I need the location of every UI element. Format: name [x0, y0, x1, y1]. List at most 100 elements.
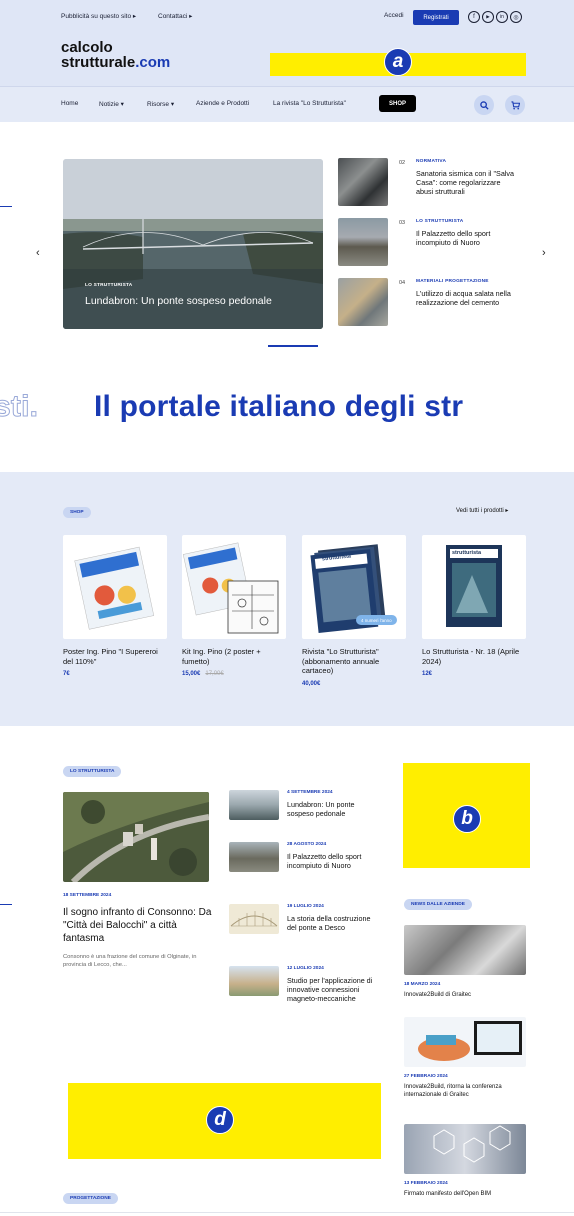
article-title[interactable]: La storia della costruzione del ponte a … [287, 914, 379, 932]
see-all-products-link[interactable]: Vedi tutti i prodotti ▸ [456, 507, 508, 514]
article-date: 28 AGOSTO 2024 [287, 842, 327, 847]
nav-home[interactable]: Home [61, 100, 78, 107]
bim-hex-image [433, 1125, 511, 1163]
youtube-icon[interactable]: ▶ [482, 11, 494, 23]
hero-slide[interactable]: LO STRUTTURISTA Lundabron: Un ponte sosp… [63, 159, 323, 329]
logo-line1: calcolo [61, 39, 113, 56]
news-item[interactable]: 27 FEBBRAIO 2024 Innovate2Build, ritorna… [404, 1017, 526, 1099]
news-thumb [404, 925, 526, 975]
side-tag[interactable]: LO STRUTTURISTA [416, 219, 463, 224]
main-article-image[interactable] [63, 792, 209, 882]
nav-risorse[interactable]: Risorse ▾ [147, 100, 174, 108]
instagram-icon[interactable]: ◎ [510, 11, 522, 23]
side-title[interactable]: L'utilizzo di acqua salata nella realizz… [416, 289, 516, 307]
product-price: 12€ [422, 671, 526, 677]
annotation-marker-d: d [206, 1106, 234, 1134]
news-thumb [404, 1124, 526, 1174]
logo-line2: strutturale [61, 54, 136, 71]
nav-rivista[interactable]: La rivista "Lo Strutturista" [273, 100, 346, 107]
main-nav: Home Notizie ▾ Risorse ▾ Aziende e Prodo… [0, 86, 574, 122]
carousel-indicator[interactable] [268, 345, 318, 347]
hero-side-item[interactable]: 03 LO STRUTTURISTA Il Palazzetto dello s… [338, 218, 538, 272]
product-title[interactable]: Poster Ing. Pino "I Supereroi del 110%" [63, 647, 167, 666]
product-title[interactable]: Rivista "Lo Strutturista" (abbonamento a… [302, 647, 406, 676]
annotation-box-b: b [403, 763, 530, 868]
bridge-drawing [230, 911, 278, 927]
news-date: 27 FEBBRAIO 2024 [404, 1074, 448, 1079]
article-thumb [229, 966, 279, 996]
side-thumb [338, 218, 388, 266]
product-image: strutturista [422, 535, 526, 639]
contacts-link[interactable]: Contattaci ▸ [158, 12, 192, 20]
hero-tag[interactable]: LO STRUTTURISTA [85, 283, 132, 288]
main-article-title[interactable]: Il sogno infranto di Consonno: Da "Città… [63, 906, 213, 945]
article-title[interactable]: Il Palazzetto dello sport incompiuto di … [287, 852, 379, 870]
cart-button[interactable] [505, 95, 525, 115]
annotation-marker-b: b [453, 805, 481, 833]
side-thumb [338, 158, 388, 206]
linkedin-icon[interactable]: in [496, 11, 508, 23]
hero-title[interactable]: Lundabron: Un ponte sospeso pedonale [85, 295, 272, 307]
shop-button[interactable]: SHOP [379, 95, 416, 112]
product-image [182, 535, 286, 639]
price-value: 12€ [422, 671, 433, 677]
shop-label: SHOP [63, 507, 91, 518]
side-tag[interactable]: MATERIALI PROGETTAZIONE [416, 279, 489, 284]
banner-ghost-text: sti. [0, 390, 39, 424]
article-date: 4 SETTEMBRE 2024 [287, 790, 333, 795]
article-title[interactable]: Studio per l'applicazione di innovative … [287, 976, 379, 1003]
facebook-icon[interactable]: f [468, 11, 480, 23]
main-article-excerpt: Consonno è una frazione del comune di Ol… [63, 954, 197, 968]
price-value: 40,00€ [302, 680, 321, 687]
article-thumb [229, 904, 279, 934]
search-button[interactable] [474, 95, 494, 115]
progettazione-label[interactable]: PROGETTAZIONE [63, 1193, 118, 1204]
magazine-cover-name: strutturista [452, 550, 482, 556]
news-date: 13 FEBBRAIO 2024 [404, 1181, 448, 1186]
product-title[interactable]: Lo Strutturista - Nr. 18 (Aprile 2024) [422, 647, 526, 666]
side-thumb [338, 278, 388, 326]
divider [0, 1212, 574, 1213]
search-icon [479, 100, 489, 110]
product-card[interactable]: strutturista Lo Strutturista - Nr. 18 (A… [422, 535, 526, 677]
carousel-prev-icon[interactable]: ‹ [36, 247, 40, 259]
guide-line [0, 904, 12, 905]
article-thumb [229, 790, 279, 820]
site-logo[interactable]: calcolo strutturale.com [61, 40, 170, 70]
product-card[interactable]: strutturista 4 numeri l'anno Rivista "Lo… [302, 535, 406, 687]
news-item[interactable]: 13 FEBBRAIO 2024 Firmato manifesto dell'… [404, 1124, 526, 1198]
price-old: 17,00€ [205, 671, 224, 677]
side-title[interactable]: Sanatoria sismica con il "Salva Casa": c… [416, 169, 516, 196]
price-value: 15,00€ [182, 671, 201, 677]
carousel-next-icon[interactable]: › [542, 247, 546, 259]
article-title[interactable]: Lundabron: Un ponte sospeso pedonale [287, 800, 379, 818]
login-link[interactable]: Accedi [384, 12, 404, 19]
side-title[interactable]: Il Palazzetto dello sport incompiuto di … [416, 229, 516, 247]
nav-aziende[interactable]: Aziende e Prodotti [196, 100, 249, 107]
hero-side-item[interactable]: 04 MATERIALI PROGETTAZIONE L'utilizzo di… [338, 278, 538, 332]
news-item[interactable]: 18 MARZO 2024 Innovate2Build di Graitec [404, 925, 526, 999]
side-num: 02 [399, 160, 406, 166]
poster-image [74, 546, 155, 630]
nav-notizie[interactable]: Notizie ▾ [99, 100, 124, 108]
price-value: 7€ [63, 671, 70, 677]
kit-image [182, 542, 279, 634]
news-title[interactable]: Firmato manifesto dell'Open BIM [404, 1190, 526, 1198]
product-card[interactable]: Kit Ing. Pino (2 poster + fumetto) 15,00… [182, 535, 286, 677]
strutturista-label[interactable]: LO STRUTTURISTA [63, 766, 122, 777]
article-date: 19 LUGLIO 2024 [287, 904, 324, 909]
product-price: 40,00€ [302, 681, 406, 687]
logo-suffix: .com [135, 54, 171, 71]
cart-icon [510, 100, 520, 109]
news-date: 18 MARZO 2024 [404, 982, 441, 987]
news-title[interactable]: Innovate2Build di Graitec [404, 991, 526, 999]
news-label[interactable]: NEWS DALLE AZIENDE [404, 899, 472, 910]
side-tag[interactable]: NORMATIVA [416, 159, 446, 164]
article-thumb [229, 842, 279, 872]
register-button[interactable]: Registrati [413, 10, 459, 25]
product-card[interactable]: Poster Ing. Pino "I Supereroi del 110%" … [63, 535, 167, 677]
news-title[interactable]: Innovate2Build, ritorna la conferenza in… [404, 1083, 526, 1099]
hero-side-item[interactable]: 02 NORMATIVA Sanatoria sismica con il "S… [338, 158, 538, 212]
advertise-link[interactable]: Pubblicità su questo sito ▸ [61, 12, 136, 20]
product-title[interactable]: Kit Ing. Pino (2 poster + fumetto) [182, 647, 286, 666]
